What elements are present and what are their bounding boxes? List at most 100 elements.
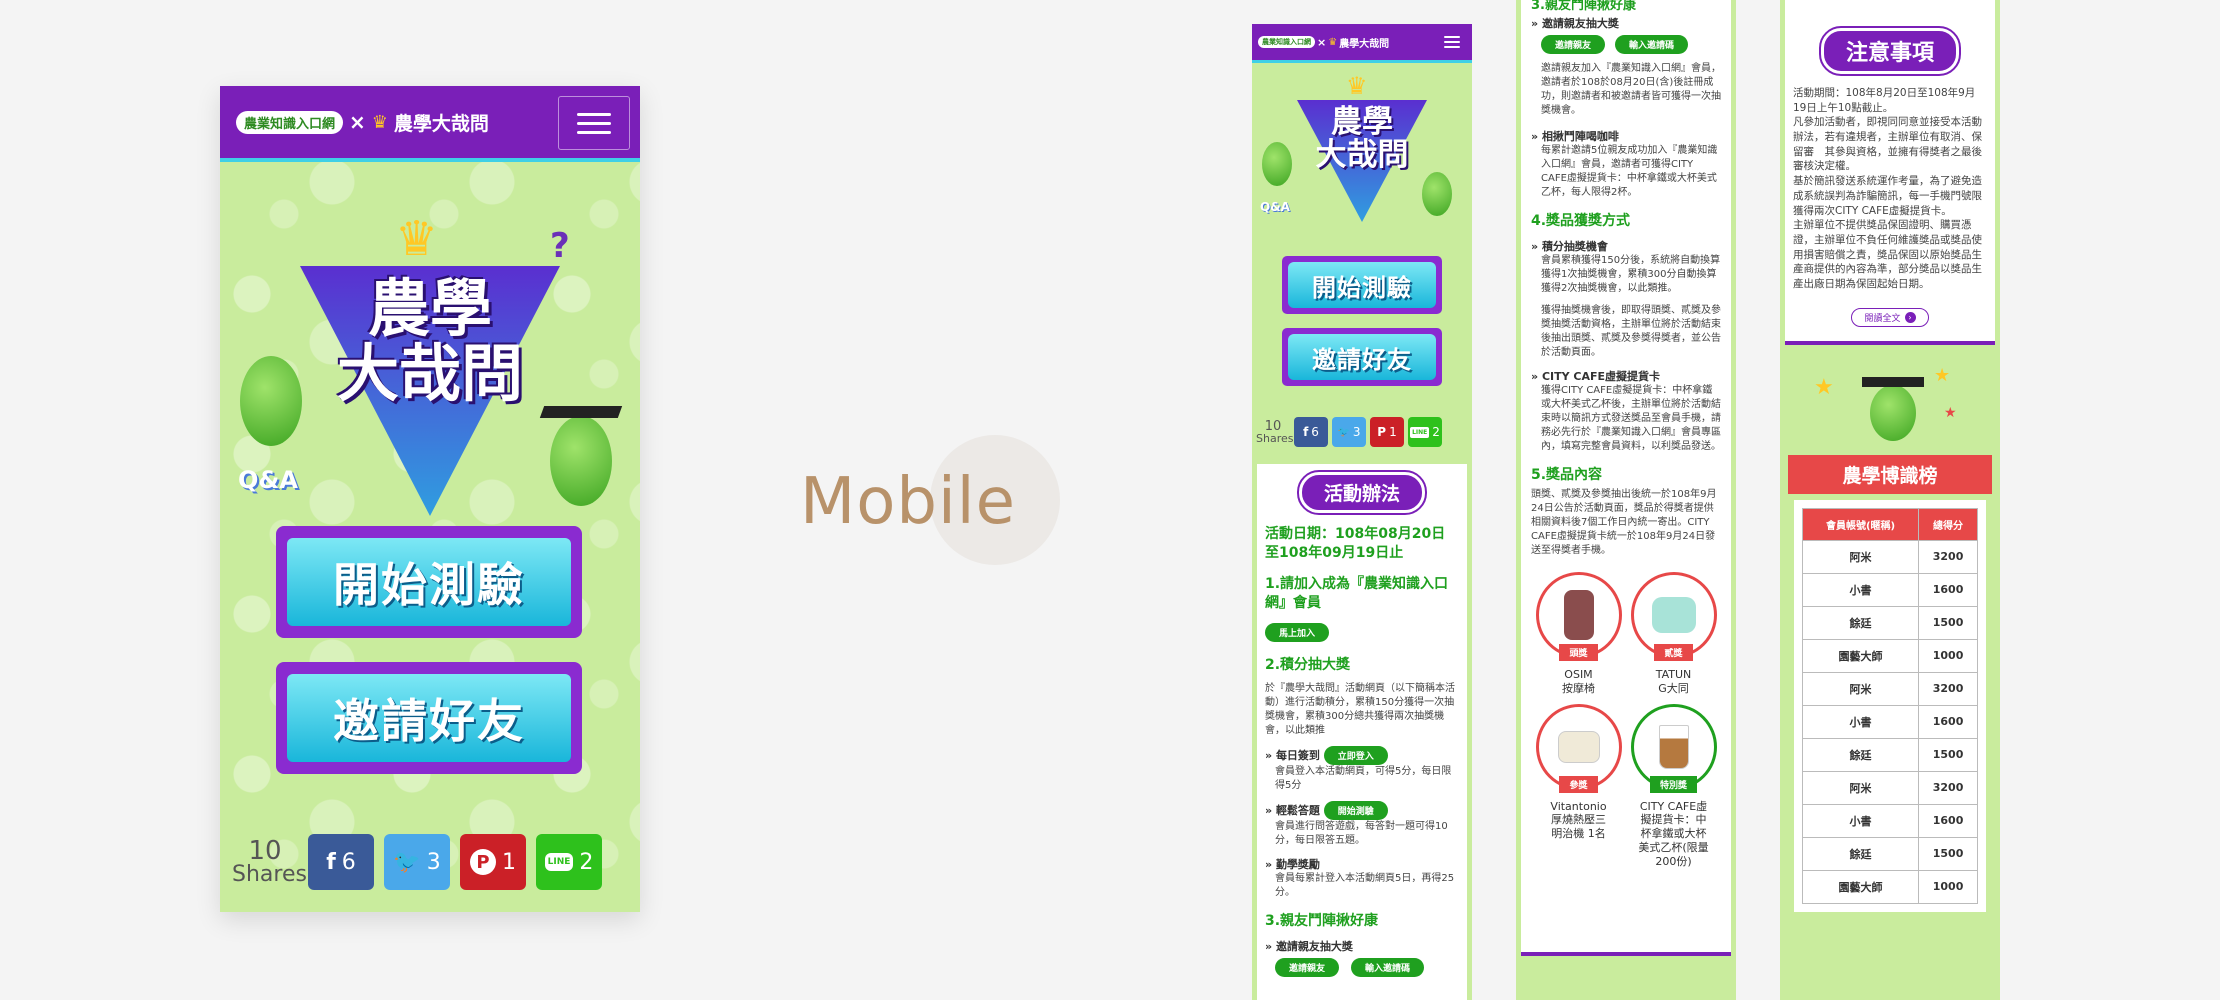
notice-heading: 注意事項	[1793, 26, 1987, 76]
rice-cooker-icon	[1651, 597, 1696, 633]
ranking-table: 會員帳號(暱稱) 總得分 阿米 3200 小書 1600 餘廷 1500 園藝大師 1000 阿…	[1801, 507, 1978, 904]
hero-title-line1: 農學	[367, 272, 492, 345]
enter-code-button[interactable]: 輸入邀請碼	[1615, 35, 1689, 54]
invite-sub-label: 邀請親友抽大獎	[1275, 939, 1353, 953]
table-row: 園藝大師 1000	[1801, 638, 1978, 673]
quiz-label: 輕鬆答題	[1275, 803, 1320, 817]
table-row: 小書 1600	[1801, 803, 1978, 838]
crown-icon: ♛	[395, 211, 439, 267]
invite-friends-button[interactable]: 邀請好友	[1282, 328, 1442, 386]
member-score: 1000	[1918, 869, 1978, 904]
pinterest-icon: P	[1377, 425, 1387, 439]
line-share-button[interactable]: LINE 2	[1408, 417, 1442, 447]
enter-code-button[interactable]: 輸入邀請碼	[1351, 957, 1425, 977]
coffee-row: » 相揪鬥陣喝咖啡	[1531, 130, 1619, 143]
share-count: 10 Shares	[1256, 420, 1294, 445]
portal-logo: 農業知識入口網	[1258, 36, 1315, 48]
member-name: 餘廷	[1801, 737, 1920, 772]
facebook-share-button[interactable]: f6	[308, 834, 374, 890]
member-name: 園藝大師	[1801, 869, 1920, 904]
line-icon: LINE	[1410, 426, 1430, 438]
arrow-right-icon: ›	[1904, 311, 1916, 323]
step5-title: 5.獎品內容	[1531, 467, 1603, 483]
site-logo[interactable]: 農業知識入口網 × ♛ 農學大哉問	[1258, 35, 1389, 50]
hero-title-line1: 農學	[1331, 104, 1393, 140]
facebook-icon: f	[326, 849, 336, 875]
notice-panel: 注意事項 活動期間：108年8月20日至108年9月19日上午10點截止。 凡參…	[1785, 0, 1995, 345]
hamburger-menu-button[interactable]	[1438, 30, 1466, 54]
start-quiz-label: 開始測驗	[287, 538, 571, 626]
member-name: 小書	[1801, 572, 1920, 607]
start-quiz-small-button[interactable]: 開始測驗	[1323, 800, 1388, 820]
invite-friends-label: 邀請好友	[287, 674, 571, 762]
mobile-screen-middle: 3.親友鬥陣揪好康 » 邀請親友抽大獎 邀請親友 輸入邀請碼 邀請親友加入『農業…	[1516, 0, 1736, 1000]
twitter-share-button[interactable]: 🐦 3	[1332, 417, 1366, 447]
line-share-button[interactable]: LINE 2	[536, 834, 602, 890]
prize-tag: 頭獎	[1559, 644, 1598, 661]
activity-date: 活動日期：108年08月20日至108年09月19日止	[1265, 526, 1446, 561]
prize-image-massage-chair: 頭獎	[1535, 572, 1622, 661]
member-name: 餘廷	[1801, 836, 1920, 871]
site-logo[interactable]: 農業知識入口網 × ♛ 農學大哉問	[236, 109, 489, 136]
member-score: 1600	[1918, 803, 1978, 838]
coffee-label: 相揪鬥陣喝咖啡	[1541, 130, 1619, 143]
column-header-account: 會員帳號(暱稱)	[1801, 507, 1920, 541]
invite-relatives-button[interactable]: 邀請親友	[1541, 35, 1606, 54]
share-count-label: Shares	[1256, 432, 1294, 445]
invite-friends-label: 邀請好友	[1288, 334, 1436, 380]
pinterest-share-button[interactable]: P1	[460, 834, 526, 890]
prize-tag: 貳獎	[1654, 644, 1693, 661]
pinterest-count: 1	[1389, 425, 1397, 439]
hero-graphic: ♛ 農學 大哉問 Q&A	[1252, 72, 1472, 242]
prize-image-sandwich-maker: 參獎	[1535, 703, 1622, 793]
member-name: 小書	[1801, 704, 1920, 739]
twitter-count: 3	[1352, 425, 1361, 439]
pinterest-count: 1	[502, 849, 516, 875]
member-name: 阿米	[1801, 539, 1920, 574]
notice-heading-text: 注意事項	[1818, 26, 1962, 76]
twitter-icon: 🐦	[393, 849, 421, 875]
top-navbar: 農業知識入口網 × ♛ 農學大哉問	[220, 86, 640, 162]
prize-name: TATUN G大同	[1655, 668, 1692, 695]
member-score: 3200	[1918, 770, 1978, 805]
pinterest-icon: P	[470, 849, 496, 875]
question-mark-icon: ?	[550, 226, 570, 266]
quiz-text: 會員進行問答遊戲，每答對一題可得10分，每日限答五題。	[1275, 820, 1448, 846]
facebook-share-button[interactable]: f6	[1294, 417, 1328, 447]
menu-icon	[577, 112, 611, 116]
login-button[interactable]: 立即登入	[1323, 745, 1388, 765]
table-row: 餘廷 1500	[1801, 737, 1978, 772]
prize-grid: 頭獎 OSIM 按摩椅 貳獎 TATUN G大同 參獎 Vitantonio 厚…	[1531, 572, 1721, 868]
table-row: 阿米 3200	[1801, 770, 1978, 805]
menu-icon-bar	[1444, 46, 1460, 48]
hero-title: 農學 大哉問	[1297, 106, 1427, 171]
pinterest-share-button[interactable]: P1	[1370, 417, 1404, 447]
draw-label: 積分抽獎機會	[1541, 240, 1608, 253]
read-more-button[interactable]: 閱讀全文 ›	[1851, 307, 1929, 327]
draw-text: 會員累積獲得150分後，系統將自動換算獲得1次抽獎機會，累積300分自動換算獲得…	[1541, 255, 1721, 294]
facebook-icon: f	[1303, 425, 1309, 439]
member-score: 1500	[1918, 836, 1978, 871]
table-row: 小書 1600	[1801, 704, 1978, 739]
start-quiz-button[interactable]: 開始測驗	[1282, 256, 1442, 314]
read-more-row: 閱讀全文 ›	[1793, 306, 1987, 327]
table-header-row: 會員帳號(暱稱) 總得分	[1801, 507, 1978, 541]
share-bar: 10 Shares f6 🐦 3 P1 LINE 2	[232, 834, 602, 890]
coffee-cup-icon	[1658, 724, 1689, 769]
table-row: 阿米 3200	[1801, 671, 1978, 706]
quiz-logo: 農學大哉問	[393, 112, 489, 135]
ranking-title: 農學博識榜	[1842, 464, 1938, 487]
line-count: 2	[1432, 425, 1440, 439]
invite-relatives-button[interactable]: 邀請親友	[1275, 957, 1340, 977]
join-now-button[interactable]: 馬上加入	[1265, 622, 1330, 642]
member-name: 阿米	[1801, 770, 1920, 805]
prize-name: CITY CAFE虛 擬提貨卡：中 杯拿鐵或大杯 美式乙杯(限量 200份)	[1638, 799, 1709, 868]
start-quiz-button[interactable]: 開始測驗	[276, 526, 582, 638]
prize-tag: 特別獎	[1649, 775, 1697, 793]
twitter-share-button[interactable]: 🐦 3	[384, 834, 450, 890]
member-score: 3200	[1918, 671, 1978, 706]
member-score: 3200	[1918, 539, 1978, 574]
prize-image-coffee: 特別獎	[1630, 703, 1717, 793]
invite-friends-button[interactable]: 邀請好友	[276, 662, 582, 774]
hamburger-menu-button[interactable]	[558, 96, 630, 150]
